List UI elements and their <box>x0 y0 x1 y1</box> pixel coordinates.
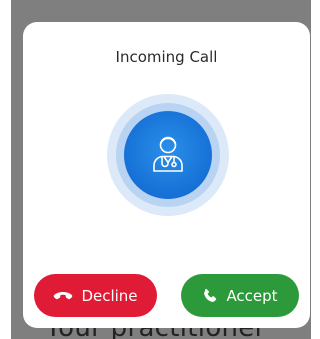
phone-icon <box>204 288 217 302</box>
caller-avatar <box>107 94 229 216</box>
accept-label: Accept <box>226 286 278 305</box>
page-edge <box>0 0 11 339</box>
doctor-icon <box>153 136 183 172</box>
phone-hangup-icon <box>54 291 73 299</box>
incoming-call-dialog: Incoming Call Decline Accept <box>23 22 310 328</box>
dialog-title: Incoming Call <box>115 48 218 66</box>
accept-button[interactable]: Accept <box>181 274 299 317</box>
decline-button[interactable]: Decline <box>34 274 157 317</box>
decline-label: Decline <box>81 286 138 305</box>
